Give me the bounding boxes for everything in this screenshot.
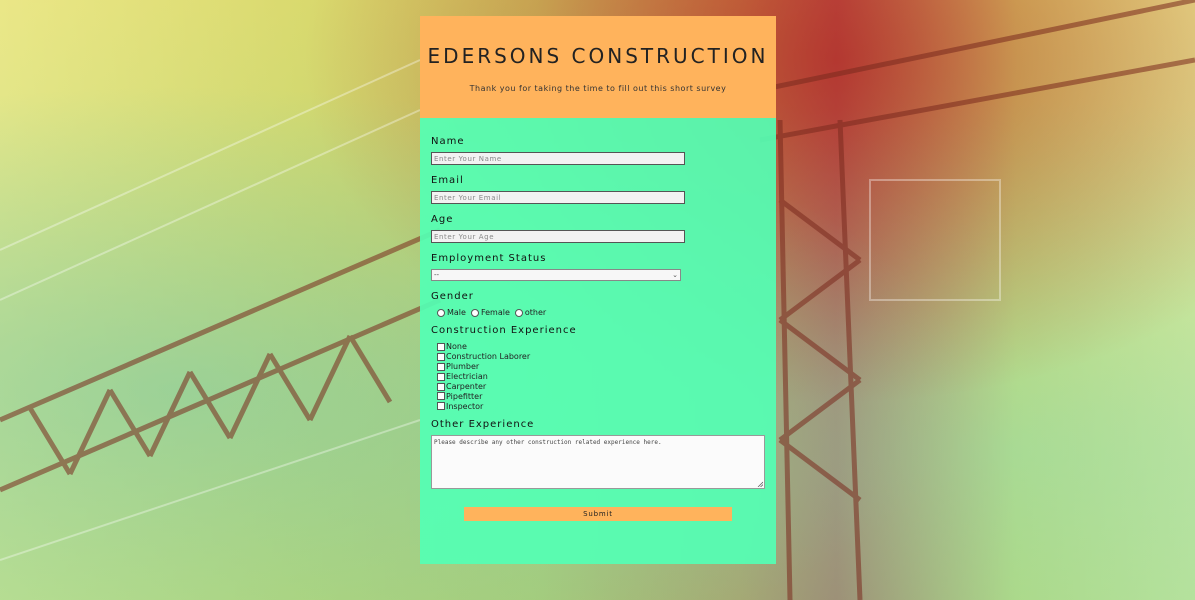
textarea-placeholder: Please describe any other construction r…: [434, 439, 662, 447]
experience-checkbox-plumber[interactable]: [437, 362, 445, 371]
list-item: Inspector: [437, 401, 765, 411]
age-label: Age: [431, 214, 454, 225]
experience-field-group: Construction Experience None Constructio…: [431, 325, 765, 411]
gender-radio-female[interactable]: [470, 308, 479, 317]
gender-radio-male[interactable]: [437, 308, 445, 317]
list-item: Plumber: [437, 362, 765, 372]
list-item: Electrician: [437, 372, 765, 382]
age-input[interactable]: [431, 230, 685, 243]
submit-button[interactable]: Submit: [464, 507, 732, 522]
checkbox-label: Carpenter: [446, 382, 487, 391]
name-field-group: Name: [431, 136, 765, 165]
list-item: None: [437, 342, 765, 352]
experience-label: Construction Experience: [431, 325, 577, 336]
other-experience-field-group: Other Experience Please describe any oth…: [431, 419, 765, 490]
gender-label: Gender: [431, 291, 474, 302]
experience-checkbox-none[interactable]: [437, 342, 445, 351]
gender-option-label: Male: [447, 308, 466, 317]
experience-checkbox-laborer[interactable]: [437, 352, 445, 361]
list-item: Pipefitter: [437, 391, 765, 401]
gender-field-group: Gender Male Female other: [431, 291, 765, 317]
checkbox-label: Pipefitter: [446, 391, 483, 401]
survey-header: EDERSONS CONSTRUCTION Thank you for taki…: [420, 16, 776, 118]
chevron-down-icon: ⌄: [672, 271, 678, 279]
employment-label: Employment Status: [431, 253, 547, 264]
page-title: EDERSONS CONSTRUCTION: [427, 44, 769, 68]
checkbox-label: Construction Laborer: [446, 352, 531, 362]
email-label: Email: [431, 175, 464, 186]
checkbox-label: Plumber: [446, 362, 480, 372]
age-field-group: Age: [431, 214, 765, 243]
list-item: Carpenter: [437, 382, 765, 392]
name-input[interactable]: [431, 152, 685, 165]
list-item: Construction Laborer: [437, 352, 765, 362]
resize-handle-icon[interactable]: [757, 481, 763, 488]
other-experience-textarea[interactable]: Please describe any other construction r…: [431, 435, 765, 490]
checkbox-label: Inspector: [446, 401, 484, 411]
experience-checkbox-pipefitter[interactable]: [437, 392, 445, 401]
gender-option-label: Female: [480, 308, 510, 317]
experience-checkbox-electrician[interactable]: [437, 372, 445, 381]
survey-card: EDERSONS CONSTRUCTION Thank you for taki…: [420, 16, 776, 564]
checkbox-label: Electrician: [446, 372, 488, 382]
survey-form: Name Email Age Employment Status -- ⌄ Ge…: [420, 118, 776, 522]
other-experience-label: Other Experience: [431, 419, 535, 431]
email-input[interactable]: [431, 191, 685, 204]
name-label: Name: [431, 136, 465, 147]
employment-selected-value: --: [434, 271, 440, 279]
email-field-group: Email: [431, 175, 765, 204]
page-subtitle: Thank you for taking the time to fill ou…: [469, 84, 727, 93]
checkbox-label: None: [446, 342, 467, 352]
employment-field-group: Employment Status -- ⌄: [431, 253, 765, 281]
employment-select[interactable]: -- ⌄: [431, 269, 681, 281]
gender-radio-other[interactable]: [514, 308, 523, 317]
gender-radio-group: Male Female other: [437, 308, 765, 317]
experience-checkbox-list: None Construction Laborer Plumber Electr…: [437, 342, 765, 411]
experience-checkbox-inspector[interactable]: [437, 402, 445, 411]
experience-checkbox-carpenter[interactable]: [437, 382, 445, 391]
gender-option-label: other: [524, 308, 547, 317]
